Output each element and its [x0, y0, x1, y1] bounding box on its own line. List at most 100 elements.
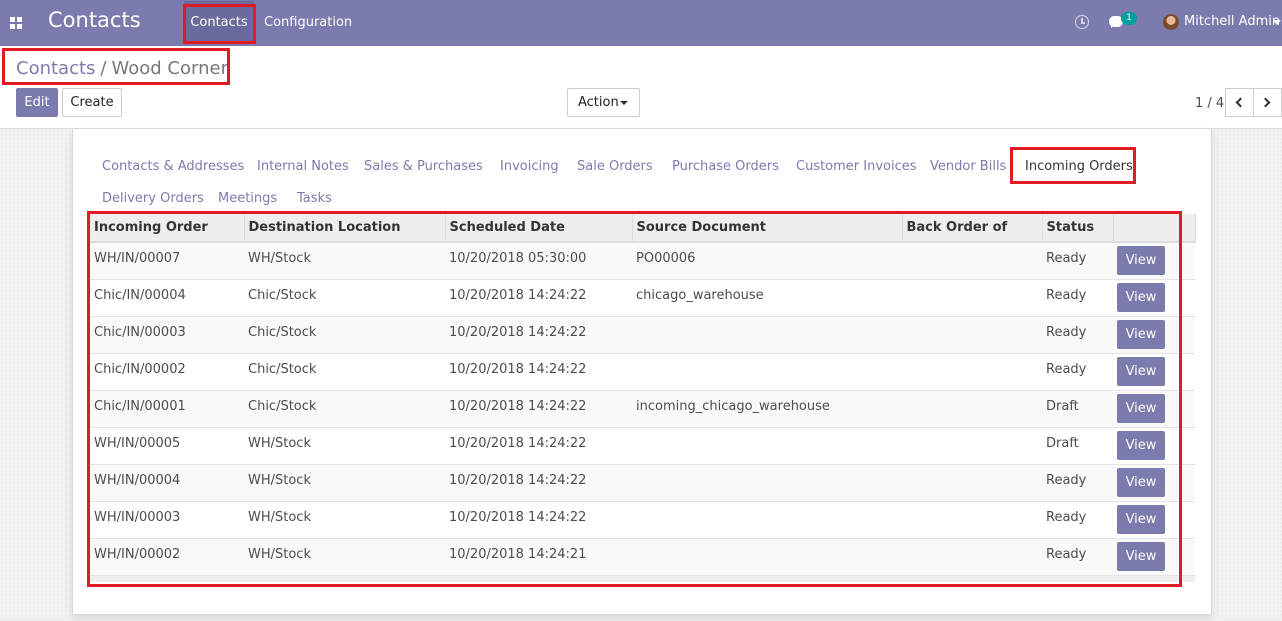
tab-meetings[interactable]: Meetings	[218, 191, 277, 206]
view-button[interactable]: View	[1117, 504, 1165, 534]
menu-contacts[interactable]: Contacts	[184, 1, 254, 43]
breadcrumb-current: Wood Corner	[111, 58, 228, 79]
cell-source: PO00006	[632, 242, 902, 280]
cell-date: 10/20/2018 14:24:22	[445, 464, 632, 502]
create-button[interactable]: Create	[62, 88, 122, 117]
column-header-status[interactable]: Status	[1042, 214, 1114, 243]
table-row[interactable]: WH/IN/00002 WH/Stock 10/20/2018 14:24:21…	[90, 538, 1195, 576]
chevron-left-icon	[1235, 97, 1246, 108]
cell-source	[632, 353, 902, 391]
cell-source	[632, 316, 902, 354]
table-row[interactable]: WH/IN/00007 WH/Stock 10/20/2018 05:30:00…	[90, 242, 1195, 280]
tab-customer-invoices[interactable]: Customer Invoices	[796, 159, 917, 174]
pager-next-button[interactable]	[1253, 88, 1282, 117]
cell-location: WH/Stock	[244, 427, 445, 465]
cell-action: View	[1113, 464, 1195, 502]
edit-button[interactable]: Edit	[16, 88, 58, 117]
cell-source	[632, 501, 902, 539]
cell-status: Ready	[1042, 279, 1113, 317]
user-menu[interactable]: Mitchell Admin	[1184, 0, 1280, 46]
control-panel: Contacts / Wood Corner Edit Create Action …	[0, 46, 1282, 129]
view-button[interactable]: View	[1117, 430, 1165, 460]
cell-order: Chic/IN/00003	[90, 316, 244, 354]
cell-date: 10/20/2018 14:24:22	[445, 390, 632, 428]
cell-backorder	[902, 538, 1042, 576]
cell-order: Chic/IN/00002	[90, 353, 244, 391]
view-button[interactable]: View	[1117, 467, 1165, 497]
cell-backorder	[902, 464, 1042, 502]
cell-source	[632, 464, 902, 502]
activity-clock-icon[interactable]	[1075, 15, 1089, 29]
caret-down-icon[interactable]	[1273, 20, 1281, 25]
cell-status: Ready	[1042, 316, 1113, 354]
tab-incoming-orders[interactable]: Incoming Orders	[1025, 159, 1133, 174]
tab-sales-purchases[interactable]: Sales & Purchases	[364, 159, 483, 174]
tab-tasks[interactable]: Tasks	[297, 191, 332, 206]
chat-badge: 1	[1121, 12, 1137, 25]
table-row[interactable]: WH/IN/00003 WH/Stock 10/20/2018 14:24:22…	[90, 501, 1195, 539]
apps-grid-icon[interactable]	[10, 17, 22, 29]
column-header-source-document[interactable]: Source Document	[632, 214, 903, 243]
cell-action: View	[1113, 279, 1195, 317]
cell-source	[632, 427, 902, 465]
view-button[interactable]: View	[1117, 393, 1165, 423]
tab-vendor-bills[interactable]: Vendor Bills	[930, 159, 1006, 174]
chevron-right-icon	[1260, 97, 1271, 108]
cell-date: 10/20/2018 14:24:22	[445, 353, 632, 391]
column-header-actions	[1113, 214, 1196, 243]
cell-backorder	[902, 427, 1042, 465]
tab-internal-notes[interactable]: Internal Notes	[257, 159, 349, 174]
tab-contacts-addresses[interactable]: Contacts & Addresses	[102, 159, 244, 174]
cell-action: View	[1113, 390, 1195, 428]
cell-order: WH/IN/00003	[90, 501, 244, 539]
pager-previous-button[interactable]	[1225, 88, 1254, 117]
column-header-back-order-of[interactable]: Back Order of	[902, 214, 1043, 243]
menu-configuration[interactable]: Configuration	[256, 0, 360, 46]
breadcrumb-parent[interactable]: Contacts	[16, 58, 95, 79]
cell-backorder	[902, 353, 1042, 391]
cell-action: View	[1113, 316, 1195, 354]
cell-status: Ready	[1042, 464, 1113, 502]
cell-source: incoming_chicago_warehouse	[632, 390, 902, 428]
cell-action: View	[1113, 242, 1195, 280]
cell-location: Chic/Stock	[244, 279, 445, 317]
cell-date: 10/20/2018 14:24:22	[445, 501, 632, 539]
tab-delivery-orders[interactable]: Delivery Orders	[102, 191, 204, 206]
table-row[interactable]: Chic/IN/00004 Chic/Stock 10/20/2018 14:2…	[90, 279, 1195, 317]
view-button[interactable]: View	[1117, 356, 1165, 386]
cell-location: Chic/Stock	[244, 353, 445, 391]
cell-date: 10/20/2018 14:24:22	[445, 279, 632, 317]
cell-order: Chic/IN/00001	[90, 390, 244, 428]
breadcrumb: Contacts / Wood Corner	[16, 58, 228, 79]
table-row[interactable]: Chic/IN/00002 Chic/Stock 10/20/2018 14:2…	[90, 353, 1195, 391]
cell-location: Chic/Stock	[244, 390, 445, 428]
view-button[interactable]: View	[1117, 246, 1165, 275]
cell-location: Chic/Stock	[244, 316, 445, 354]
pager-value: 1 / 4	[1195, 96, 1225, 111]
cell-backorder	[902, 390, 1042, 428]
table-row[interactable]: Chic/IN/00003 Chic/Stock 10/20/2018 14:2…	[90, 316, 1195, 354]
cell-location: WH/Stock	[244, 538, 445, 576]
cell-status: Ready	[1042, 353, 1113, 391]
cell-order: WH/IN/00004	[90, 464, 244, 502]
view-button[interactable]: View	[1117, 282, 1165, 312]
cell-location: WH/Stock	[244, 242, 445, 280]
action-dropdown[interactable]: Action	[567, 88, 640, 117]
tab-purchase-orders[interactable]: Purchase Orders	[672, 159, 779, 174]
table-row[interactable]: WH/IN/00005 WH/Stock 10/20/2018 14:24:22…	[90, 427, 1195, 465]
table-row[interactable]: Chic/IN/00001 Chic/Stock 10/20/2018 14:2…	[90, 390, 1195, 428]
cell-backorder	[902, 316, 1042, 354]
column-header-incoming-order[interactable]: Incoming Order	[90, 214, 245, 243]
cell-source: chicago_warehouse	[632, 279, 902, 317]
column-header-destination-location[interactable]: Destination Location	[244, 214, 446, 243]
avatar[interactable]	[1163, 14, 1179, 30]
incoming-orders-table: Incoming Order Destination Location Sche…	[90, 214, 1196, 582]
tab-invoicing[interactable]: Invoicing	[500, 159, 559, 174]
view-button[interactable]: View	[1117, 541, 1165, 571]
tab-sale-orders[interactable]: Sale Orders	[577, 159, 653, 174]
cell-source	[632, 538, 902, 576]
cell-order: WH/IN/00005	[90, 427, 244, 465]
column-header-scheduled-date[interactable]: Scheduled Date	[445, 214, 633, 243]
view-button[interactable]: View	[1117, 319, 1165, 349]
table-row[interactable]: WH/IN/00004 WH/Stock 10/20/2018 14:24:22…	[90, 464, 1195, 502]
